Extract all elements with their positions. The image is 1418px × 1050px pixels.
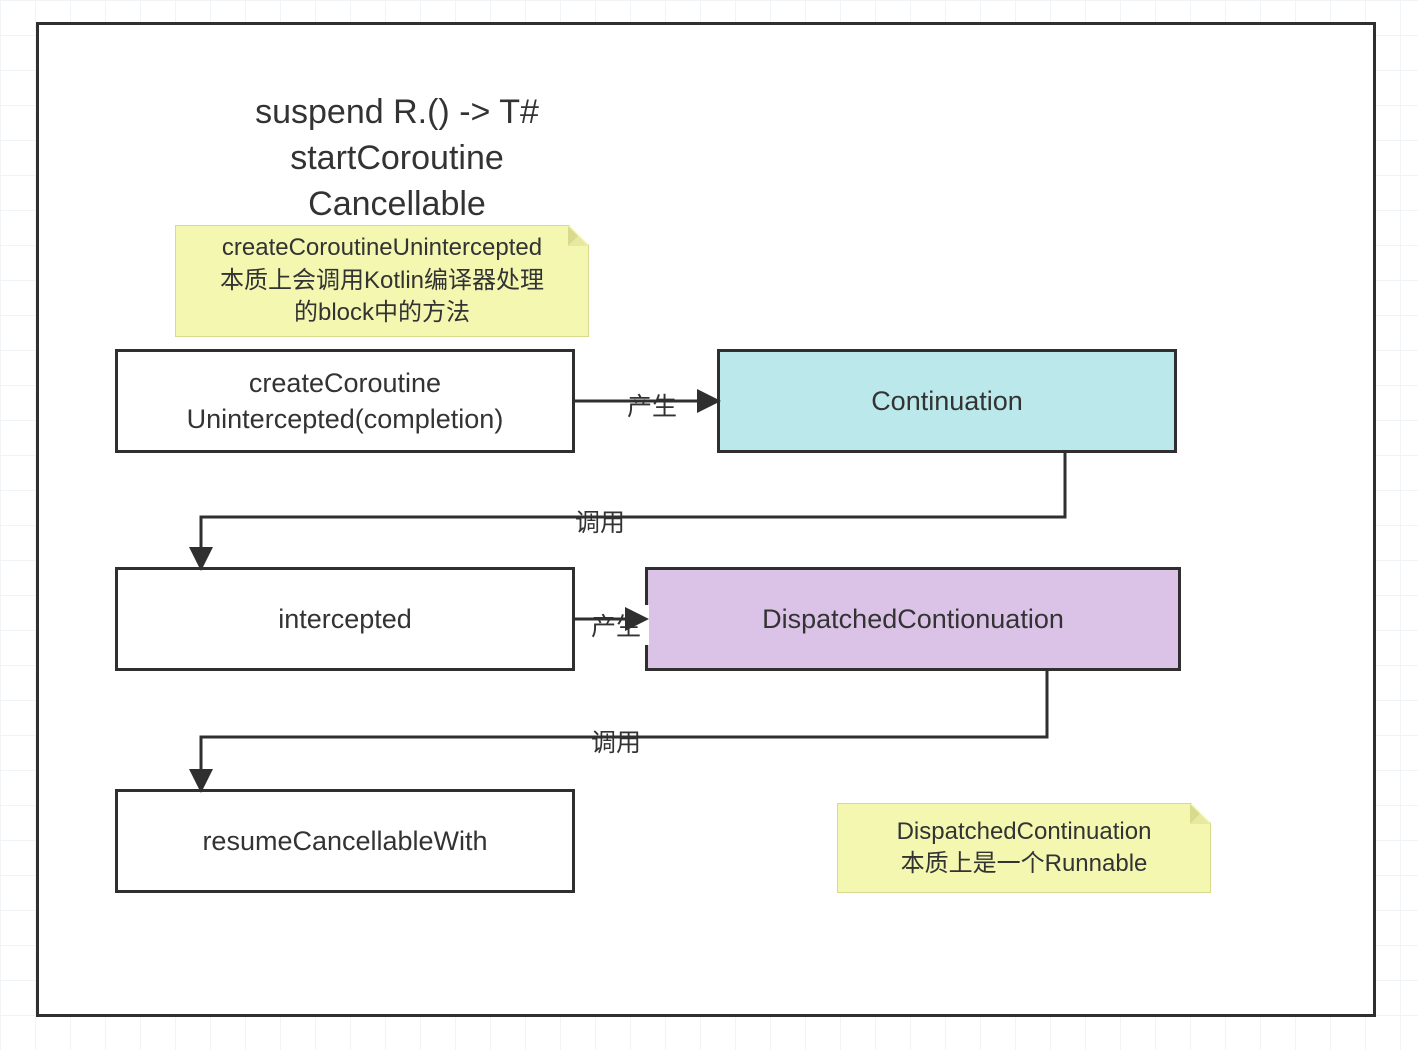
edge-label-produce-1: 产生 (619, 385, 685, 425)
note-top: createCoroutineUnintercepted 本质上会调用Kotli… (175, 225, 589, 337)
diagram-title: suspend R.() -> T# startCoroutine Cancel… (187, 90, 607, 228)
edge-label-call-2: 调用 (583, 721, 649, 761)
title-line2: startCoroutine (290, 139, 504, 177)
box-dispatched-continuation: DispatchedContionuation (645, 567, 1181, 671)
note-bottom: DispatchedContinuation 本质上是一个Runnable (837, 803, 1211, 893)
outer-frame: suspend R.() -> T# startCoroutine Cancel… (36, 22, 1376, 1017)
box-resume-cancellable: resumeCancellableWith (115, 789, 575, 893)
note-top-text: createCoroutineUnintercepted 本质上会调用Kotli… (220, 232, 544, 329)
title-line1: suspend R.() -> T# (255, 93, 539, 131)
box-continuation: Continuation (717, 349, 1177, 453)
title-line3: Cancellable (308, 185, 486, 223)
edge-label-produce-2: 产生 (583, 605, 649, 645)
box-create-coroutine: createCoroutine Unintercepted(completion… (115, 349, 575, 453)
edge-label-call-1: 调用 (567, 501, 633, 541)
box-intercepted: intercepted (115, 567, 575, 671)
note-bottom-text: DispatchedContinuation 本质上是一个Runnable (897, 816, 1152, 881)
